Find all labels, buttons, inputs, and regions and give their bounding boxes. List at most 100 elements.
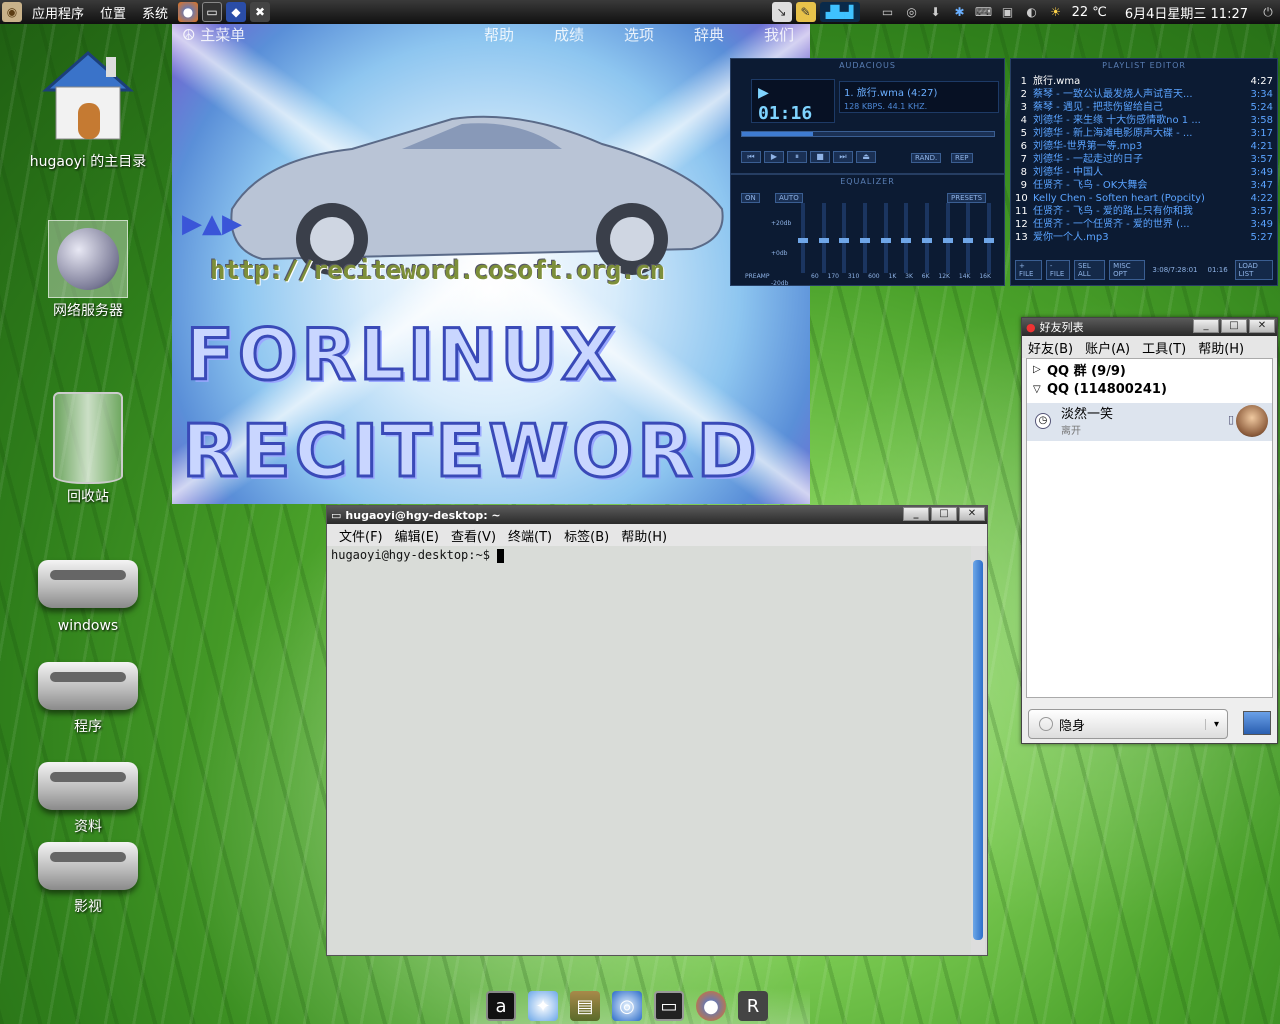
playlist-row[interactable]: 6 刘德华-世界第一等.mp3 4:21 xyxy=(1015,140,1273,153)
home-folder[interactable]: hugaoyi 的主目录 xyxy=(18,45,158,171)
ubuntu-logo-icon[interactable]: ◉ xyxy=(2,2,22,22)
close-button[interactable]: ✕ xyxy=(959,507,985,521)
maximize-button[interactable]: □ xyxy=(931,507,957,521)
select-all-button[interactable]: SEL ALL xyxy=(1074,260,1106,280)
playlist-row[interactable]: 2 蔡琴 - 一致公认最发烧人声试音天... 3:34 xyxy=(1015,88,1273,101)
terminal-launcher-icon[interactable]: ▭ xyxy=(202,2,223,22)
weather-icon[interactable]: ☀ xyxy=(1046,2,1066,22)
playlist-row[interactable]: 1 旅行.wma 4:27 xyxy=(1015,75,1273,88)
eject-button[interactable]: ⏏ xyxy=(856,151,876,163)
minimize-button[interactable]: _ xyxy=(903,507,929,521)
qq-group-collapsed[interactable]: ▷ QQ 群 (9/9) xyxy=(1027,359,1272,379)
weather-temp[interactable]: 22 ℃ xyxy=(1068,0,1111,24)
playlist-row[interactable]: 5 刘德华 - 新上海滩电影原声大碟 - ... 3:17 xyxy=(1015,127,1273,140)
seek-bar[interactable] xyxy=(741,131,995,137)
playlist-row[interactable]: 11 任贤齐 - 飞鸟 - 爱的路上只有你和我 3:57 xyxy=(1015,205,1273,218)
qq-buddy-window[interactable]: ● 好友列表 _ □ ✕ 好友(B) 账户(A) 工具(T) 帮助(H) ▷ Q… xyxy=(1021,317,1278,744)
drive-video[interactable]: 影视 xyxy=(18,842,158,916)
remove-file-button[interactable]: - FILE xyxy=(1045,260,1070,280)
qq-status-select[interactable]: 隐身 ▾ xyxy=(1028,709,1228,739)
download-icon[interactable]: ⬇ xyxy=(926,2,946,22)
reciteword-menu-options[interactable]: 选项 xyxy=(624,24,654,45)
misc-options-button[interactable]: MISC OPT xyxy=(1109,260,1146,280)
prev-button[interactable]: ⏮ xyxy=(741,151,761,163)
playlist-row[interactable]: 13 爱你一个人.mp3 5:27 xyxy=(1015,231,1273,244)
firefox-dock-icon[interactable]: ● xyxy=(696,991,726,1021)
qq-menu-help[interactable]: 帮助(H) xyxy=(1192,338,1250,357)
drive-programs[interactable]: 程序 xyxy=(18,662,158,736)
qq-menu-tools[interactable]: 工具(T) xyxy=(1136,338,1192,357)
shuffle-button[interactable]: RAND. xyxy=(911,153,942,163)
terminal-titlebar[interactable]: ▭ hugaoyi@hgy-desktop: ~ _ □ ✕ xyxy=(327,506,987,524)
power-icon[interactable]: ⏻ xyxy=(1258,2,1278,22)
drive-data[interactable]: 资料 xyxy=(18,762,158,836)
reciteword-launcher-icon[interactable]: ✖ xyxy=(250,2,271,22)
stop-button[interactable]: ■ xyxy=(810,151,830,163)
terminal-menu-edit[interactable]: 编辑(E) xyxy=(389,526,445,545)
menu-applications[interactable]: 应用程序 xyxy=(24,0,92,24)
eq-presets-button[interactable]: PRESETS xyxy=(947,193,987,203)
playlist-row[interactable]: 3 蔡琴 - 遇见 - 把悲伤留给自己 5:24 xyxy=(1015,101,1273,114)
playlist-list[interactable]: 1 旅行.wma 4:27 2 蔡琴 - 一致公认最发烧人声试音天... 3:34 3 蔡琴 … xyxy=(1015,75,1273,244)
audacious-playlist[interactable]: PLAYLIST EDITOR 1 旅行.wma 4:27 2 蔡琴 - 一致公认最发烧… xyxy=(1010,58,1278,286)
terminal-scrollbar[interactable] xyxy=(971,546,985,954)
playlist-row[interactable]: 8 刘德华 - 中国人 3:49 xyxy=(1015,166,1273,179)
playlist-row[interactable]: 4 刘德华 - 来生缘 十大伤感情歌no 1 ... 3:58 xyxy=(1015,114,1273,127)
terminal-window[interactable]: ▭ hugaoyi@hgy-desktop: ~ _ □ ✕ 文件(F) 编辑(… xyxy=(326,505,988,956)
minimize-button[interactable]: _ xyxy=(1193,319,1219,333)
menu-places[interactable]: 位置 xyxy=(92,0,134,24)
network-dock-icon[interactable]: ◎ xyxy=(612,991,642,1021)
firefox-launcher-icon[interactable]: ● xyxy=(178,2,199,22)
add-file-button[interactable]: + FILE xyxy=(1015,260,1042,280)
qq-avatar-button[interactable] xyxy=(1243,711,1271,735)
eq-sliders[interactable] xyxy=(798,203,994,273)
reciteword-dock-icon[interactable]: R xyxy=(738,991,768,1021)
drive-windows[interactable]: windows xyxy=(18,560,158,634)
next-button[interactable]: ⏭ xyxy=(833,151,853,163)
reciteword-main-menu[interactable]: ☮ 主菜单 xyxy=(182,24,245,45)
dictionary-dock-icon[interactable]: ▤ xyxy=(570,991,600,1021)
close-button[interactable]: ✕ xyxy=(1249,319,1275,333)
volume-icon[interactable]: ◐ xyxy=(1022,2,1042,22)
reciteword-menu-dictionary[interactable]: 辞典 xyxy=(694,24,724,45)
load-list-button[interactable]: LOAD LIST xyxy=(1234,260,1273,280)
audacious-dock-icon[interactable]: a xyxy=(486,991,516,1021)
playlist-row[interactable]: 7 刘德华 - 一起走过的日子 3:57 xyxy=(1015,153,1273,166)
play-button[interactable]: ▶ xyxy=(764,151,784,163)
trash[interactable]: 回收站 xyxy=(18,392,158,506)
qq-titlebar[interactable]: ● 好友列表 _ □ ✕ xyxy=(1022,318,1277,336)
reciteword-menu-scores[interactable]: 成绩 xyxy=(554,24,584,45)
qq-menu-friends[interactable]: 好友(B) xyxy=(1022,338,1079,357)
qq-group-expanded[interactable]: ▽ QQ (114800241) xyxy=(1027,379,1272,399)
chat-dock-icon[interactable]: ✦ xyxy=(528,991,558,1021)
terminal-menu-help[interactable]: 帮助(H) xyxy=(615,526,673,545)
audacious-equalizer[interactable]: EQUALIZER ON AUTO PRESETS +20db +0db -20… xyxy=(730,174,1005,287)
terminal-menu-file[interactable]: 文件(F) xyxy=(327,526,389,545)
playlist-row[interactable]: 9 任贤齐 - 飞鸟 - OK大舞会 3:47 xyxy=(1015,179,1273,192)
notes-icon[interactable]: ✎ xyxy=(795,2,816,22)
qq-menu-account[interactable]: 账户(A) xyxy=(1079,338,1136,357)
media-icon[interactable]: ◎ xyxy=(902,2,922,22)
qq-friend-item[interactable]: ◷ 淡然一笑 离开 ▯ xyxy=(1027,403,1272,441)
terminal-menu-terminal[interactable]: 终端(T) xyxy=(502,526,558,545)
maximize-button[interactable]: □ xyxy=(1221,319,1247,333)
clock[interactable]: 6月4日星期三 11:27 xyxy=(1111,0,1256,24)
eq-on-button[interactable]: ON xyxy=(741,193,760,203)
terminal-dock-icon[interactable]: ▭ xyxy=(654,991,684,1021)
minimize-all-icon[interactable]: ↘ xyxy=(771,2,792,22)
eq-auto-button[interactable]: AUTO xyxy=(775,193,803,203)
system-monitor-icon[interactable]: ▟▙▟ xyxy=(819,2,860,22)
bluetooth-icon[interactable]: ✱ xyxy=(950,2,970,22)
qq-launcher-icon[interactable]: ◆ xyxy=(226,2,247,22)
terminal-menu-view[interactable]: 查看(V) xyxy=(445,526,502,545)
battery-icon[interactable]: ▭ xyxy=(878,2,898,22)
qq-buddy-list[interactable]: ▷ QQ 群 (9/9) ▽ QQ (114800241) ◷ 淡然一笑 离开 … xyxy=(1026,358,1273,698)
network-servers[interactable]: 网络服务器 xyxy=(18,220,158,320)
playlist-row[interactable]: 12 任贤齐 - 一个任贤齐 - 爱的世界 (... 3:49 xyxy=(1015,218,1273,231)
pause-button[interactable]: ⏸ xyxy=(787,151,807,163)
terminal-menu-tabs[interactable]: 标签(B) xyxy=(558,526,615,545)
network-icon[interactable]: ▣ xyxy=(998,2,1018,22)
keyboard-icon[interactable]: ⌨ xyxy=(974,2,994,22)
reciteword-window[interactable]: ☮ 主菜单 帮助 成绩 选项 辞典 我们 ▶▲▶ http://recitewo… xyxy=(172,24,810,504)
playlist-row[interactable]: 10 Kelly Chen - Soften heart (Popcity) 4:2… xyxy=(1015,192,1273,205)
